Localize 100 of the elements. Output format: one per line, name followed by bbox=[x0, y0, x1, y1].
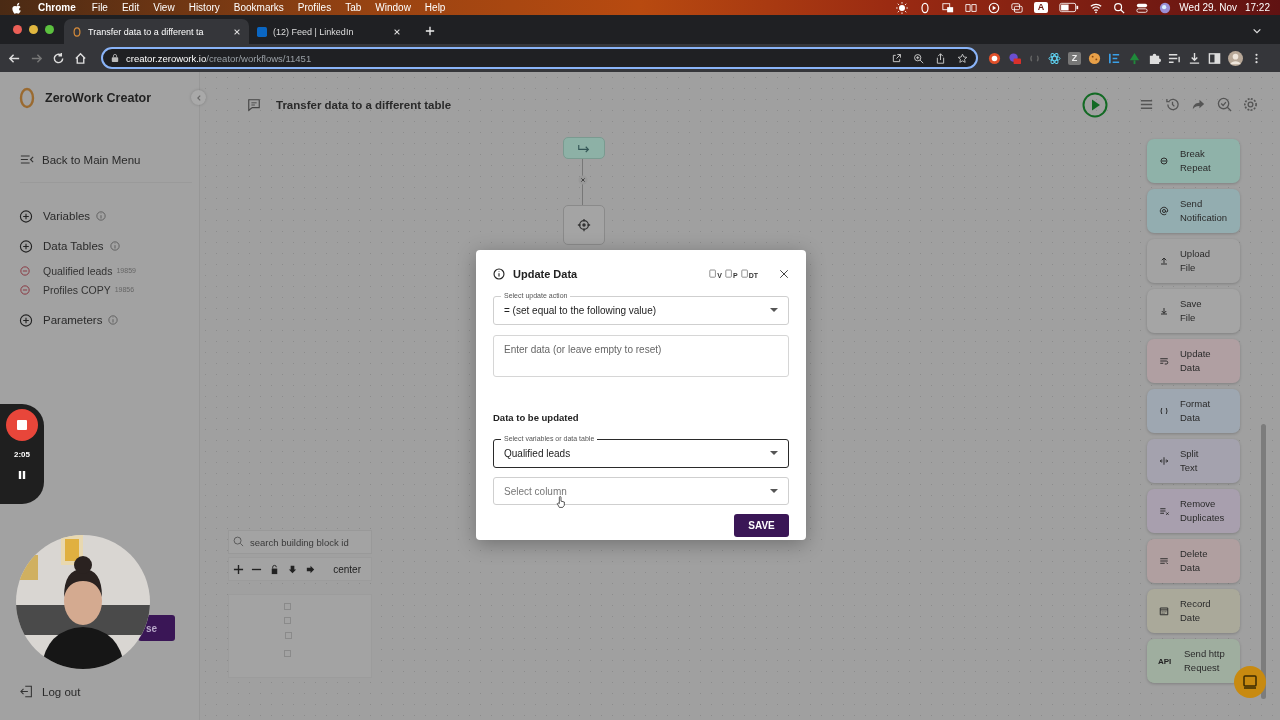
building-block-card[interactable]: Save File bbox=[1147, 289, 1240, 333]
data-table-item[interactable]: Qualified leads bbox=[43, 264, 113, 277]
extension-icon[interactable] bbox=[988, 51, 1001, 65]
column-select[interactable]: Select column bbox=[493, 477, 789, 505]
search-icon[interactable] bbox=[1113, 1, 1126, 14]
menu-item[interactable]: View bbox=[153, 2, 175, 13]
menu-item[interactable]: Window bbox=[375, 2, 411, 13]
menu-back-icon[interactable] bbox=[20, 153, 34, 166]
comment-icon[interactable] bbox=[247, 97, 261, 112]
logout-icon[interactable] bbox=[20, 685, 34, 698]
star-icon[interactable] bbox=[957, 52, 968, 64]
close-window-icon[interactable] bbox=[13, 25, 22, 34]
menu-time[interactable]: 17:22 bbox=[1244, 2, 1270, 13]
building-block-card[interactable]: Delete Data bbox=[1147, 539, 1240, 583]
minimize-window-icon[interactable] bbox=[29, 25, 38, 34]
stop-recording-button[interactable] bbox=[6, 409, 38, 441]
building-block-card[interactable]: Update Data bbox=[1147, 339, 1240, 383]
extension-button[interactable]: Z bbox=[1068, 51, 1081, 65]
menu-item[interactable]: Bookmarks bbox=[233, 2, 284, 13]
side-panel-icon[interactable] bbox=[1208, 51, 1221, 65]
save-button[interactable]: SAVE bbox=[734, 514, 789, 537]
list-icon[interactable] bbox=[1139, 97, 1154, 112]
menu-item[interactable]: Help bbox=[424, 2, 446, 13]
back-to-main-menu-link[interactable]: Back to Main Menu bbox=[20, 153, 192, 183]
pause-icon[interactable] bbox=[18, 470, 26, 480]
section-label[interactable]: Variables bbox=[43, 210, 91, 222]
browser-tab[interactable]: (12) Feed | LinkedIn bbox=[249, 19, 409, 44]
lock-icon[interactable] bbox=[269, 563, 280, 575]
new-tab-icon[interactable] bbox=[425, 26, 435, 36]
orb-icon[interactable] bbox=[1159, 1, 1172, 14]
building-block-card[interactable]: API Send http Request bbox=[1147, 639, 1240, 683]
building-block-card[interactable]: Remove Duplicates bbox=[1147, 489, 1240, 533]
building-block-card[interactable]: Split Text bbox=[1147, 439, 1240, 483]
settings-icon[interactable] bbox=[1243, 97, 1258, 112]
workflow-node[interactable] bbox=[563, 137, 605, 159]
share-icon[interactable] bbox=[935, 52, 946, 64]
chat-icon[interactable] bbox=[1242, 674, 1258, 690]
search-field[interactable]: search building block id bbox=[228, 530, 372, 554]
section-label[interactable]: Data Tables bbox=[43, 240, 104, 252]
building-block-card[interactable]: Upload File bbox=[1147, 239, 1240, 283]
add-icon[interactable] bbox=[19, 209, 33, 223]
info-icon[interactable] bbox=[493, 268, 505, 280]
window-icon[interactable] bbox=[941, 1, 954, 14]
building-block-card[interactable]: Format Data bbox=[1147, 389, 1240, 433]
add-icon[interactable] bbox=[19, 239, 33, 253]
check-search-icon[interactable] bbox=[1217, 97, 1232, 112]
building-block-card[interactable]: Send Notification bbox=[1147, 189, 1240, 233]
scrollbar[interactable] bbox=[1261, 424, 1266, 699]
select-value: = (set equal to the following value) bbox=[504, 305, 658, 316]
tree-icon[interactable] bbox=[1128, 51, 1141, 65]
browser-tab[interactable]: Transfer data to a different ta bbox=[64, 19, 249, 44]
playlist-icon[interactable] bbox=[1168, 51, 1181, 65]
play-icon[interactable] bbox=[987, 1, 1000, 14]
log-out-link[interactable]: Log out bbox=[20, 685, 199, 698]
input-source-indicator[interactable]: A bbox=[1033, 2, 1049, 13]
center-button[interactable]: center bbox=[333, 563, 367, 575]
menu-app-name[interactable]: Chrome bbox=[38, 2, 76, 13]
atom-icon[interactable] bbox=[1048, 51, 1061, 65]
reload-icon[interactable] bbox=[52, 51, 65, 65]
add-icon[interactable] bbox=[19, 313, 33, 327]
toggles-icon[interactable] bbox=[1136, 1, 1149, 14]
data-table-item[interactable]: Profiles COPY bbox=[43, 283, 111, 296]
apple-icon[interactable] bbox=[12, 1, 22, 14]
cookie-icon[interactable] bbox=[1088, 51, 1101, 65]
chevron-down-icon[interactable] bbox=[1252, 26, 1262, 36]
arrow-down-icon[interactable] bbox=[287, 563, 298, 575]
menu-item[interactable]: Profiles bbox=[297, 2, 332, 13]
avatar-icon[interactable] bbox=[1228, 50, 1243, 66]
lock-icon[interactable] bbox=[111, 53, 119, 63]
sun-icon[interactable] bbox=[895, 1, 908, 14]
battery-icon[interactable] bbox=[1059, 2, 1080, 13]
wifi-icon[interactable] bbox=[1090, 1, 1103, 14]
ring-icon[interactable] bbox=[918, 1, 931, 14]
building-block-card[interactable]: Break Repeat bbox=[1147, 139, 1240, 183]
menu-item[interactable]: Tab bbox=[345, 2, 362, 13]
block-label: Break Repeat bbox=[1180, 147, 1211, 175]
external-link-icon[interactable] bbox=[891, 52, 902, 64]
menu-item[interactable]: History bbox=[188, 2, 220, 13]
book-icon[interactable] bbox=[964, 1, 977, 14]
address-field[interactable]: creator.zerowork.io/creator/workflows/11451 bbox=[101, 47, 978, 69]
download-icon[interactable] bbox=[1188, 51, 1201, 65]
menu-date[interactable]: Wed 29. Nov bbox=[1179, 2, 1237, 13]
home-icon[interactable] bbox=[74, 51, 87, 65]
zoom-window-icon[interactable] bbox=[45, 25, 54, 34]
history-icon[interactable] bbox=[1165, 97, 1180, 112]
play-button-icon[interactable] bbox=[1082, 91, 1108, 118]
puzzle-icon[interactable] bbox=[1148, 51, 1161, 65]
windows-icon[interactable] bbox=[1010, 1, 1023, 14]
data-input-field[interactable]: Enter data (or leave empty to reset) bbox=[493, 335, 789, 377]
workflow-node[interactable] bbox=[563, 205, 605, 245]
section-label[interactable]: Parameters bbox=[43, 314, 103, 326]
loop-icon bbox=[1158, 155, 1170, 167]
block-label: Send http Request bbox=[1184, 647, 1225, 675]
building-block-card[interactable]: Record Date bbox=[1147, 589, 1240, 633]
menu-item[interactable]: File bbox=[91, 2, 108, 13]
delete-connection-icon[interactable] bbox=[578, 175, 588, 185]
close-icon[interactable] bbox=[779, 269, 789, 279]
zoom-icon[interactable] bbox=[913, 52, 924, 64]
zoom-in-icon[interactable] bbox=[233, 563, 244, 575]
menu-item[interactable]: Edit bbox=[121, 2, 140, 13]
